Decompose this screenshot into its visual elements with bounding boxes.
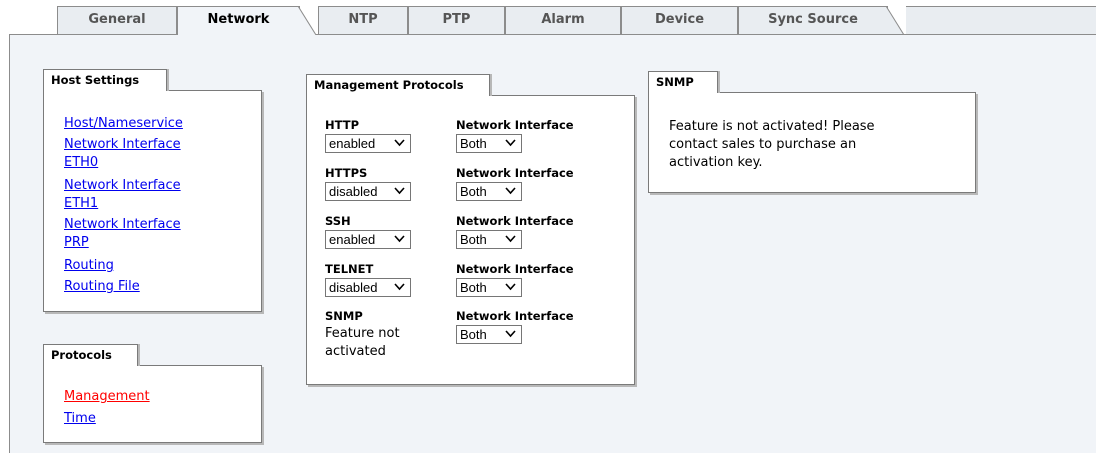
chevron-down-icon <box>394 187 405 195</box>
select-value: Both <box>460 184 487 199</box>
chevron-down-icon <box>505 330 516 338</box>
telnet-label: TELNET <box>325 262 374 276</box>
link-line-2: ETH0 <box>64 155 99 170</box>
link-line-1: Network Interface <box>64 137 181 152</box>
snmp-panel: Feature is not activated! Please contact… <box>648 92 976 193</box>
snmp-status-note-line2: activated <box>325 344 386 359</box>
tab-alarm[interactable]: Alarm <box>505 6 621 34</box>
group-title-text: Protocols <box>51 348 112 362</box>
tab-label: PTP <box>442 12 471 27</box>
host-settings-panel: Host/Nameservice Network Interface ETH0 … <box>43 90 262 312</box>
ssh-status-select[interactable]: enabled <box>325 230 411 249</box>
management-protocols-title: Management Protocols <box>306 74 490 96</box>
chevron-down-icon <box>505 283 516 291</box>
link-line-1: Network Interface <box>64 178 181 193</box>
select-value: disabled <box>329 184 378 199</box>
network-interface-label: Network Interface <box>456 262 574 276</box>
telnet-network-interface-select[interactable]: Both <box>456 278 522 297</box>
tab-general[interactable]: General <box>57 6 177 34</box>
tab-label: Device <box>654 12 705 27</box>
link-line-1: Network Interface <box>64 217 181 232</box>
select-value: Both <box>460 327 487 342</box>
chevron-down-icon <box>505 187 516 195</box>
link-network-interface-eth1[interactable]: Network Interface ETH1 <box>64 177 181 213</box>
snmp-message-line1: Feature is not activated! Please <box>669 119 875 134</box>
tab-device[interactable]: Device <box>621 6 738 34</box>
link-network-interface-eth0[interactable]: Network Interface ETH0 <box>64 136 181 172</box>
http-label: HTTP <box>325 118 360 132</box>
link-network-interface-prp[interactable]: Network Interface PRP <box>64 216 181 252</box>
select-value: enabled <box>329 136 376 151</box>
https-network-interface-select[interactable]: Both <box>456 182 522 201</box>
snmp-label: SNMP <box>325 309 363 323</box>
chevron-down-icon <box>394 139 405 147</box>
link-routing[interactable]: Routing <box>64 257 114 275</box>
chevron-down-icon <box>505 235 516 243</box>
group-title-text: Host Settings <box>51 73 140 87</box>
management-protocols-panel: HTTP enabled Network Interface Both HTTP… <box>306 95 635 385</box>
link-line-2: PRP <box>64 235 89 250</box>
ssh-label: SSH <box>325 214 351 228</box>
tab-sync-source[interactable]: Sync Source <box>738 6 904 35</box>
protocols-title: Protocols <box>43 344 138 366</box>
page: General Network NTP PTP Alarm Device Syn… <box>0 0 1096 453</box>
http-status-select[interactable]: enabled <box>325 134 411 153</box>
network-interface-label: Network Interface <box>456 309 574 323</box>
select-value: Both <box>460 232 487 247</box>
chevron-down-icon <box>505 139 516 147</box>
http-network-interface-select[interactable]: Both <box>456 134 522 153</box>
chevron-down-icon <box>394 235 405 243</box>
select-value: Both <box>460 136 487 151</box>
https-status-select[interactable]: disabled <box>325 182 411 201</box>
tab-slant <box>886 6 904 35</box>
telnet-status-select[interactable]: disabled <box>325 278 411 297</box>
https-label: HTTPS <box>325 166 368 180</box>
tab-ptp[interactable]: PTP <box>408 6 505 34</box>
group-title-text: Management Protocols <box>314 78 464 92</box>
snmp-network-interface-select[interactable]: Both <box>456 325 522 344</box>
link-time[interactable]: Time <box>64 410 96 428</box>
group-title-text: SNMP <box>656 75 694 89</box>
ssh-network-interface-select[interactable]: Both <box>456 230 522 249</box>
chevron-down-icon <box>394 283 405 291</box>
host-settings-title: Host Settings <box>43 69 167 91</box>
select-value: disabled <box>329 280 378 295</box>
tab-label: NTP <box>348 12 378 27</box>
snmp-message-line2: contact sales to purchase an <box>669 137 857 152</box>
tab-slant <box>298 6 316 35</box>
tab-strip-filler <box>906 6 1096 34</box>
network-interface-label: Network Interface <box>456 166 574 180</box>
tab-label: Network <box>207 12 270 27</box>
link-management[interactable]: Management <box>64 388 150 406</box>
tab-label: Sync Source <box>768 12 858 27</box>
tab-ntp[interactable]: NTP <box>318 6 408 34</box>
link-routing-file[interactable]: Routing File <box>64 278 140 296</box>
link-line-2: ETH1 <box>64 196 99 211</box>
network-page-content: Host Settings Host/Nameservice Network I… <box>9 34 1096 453</box>
tab-label: General <box>88 12 146 27</box>
snmp-message-line3: activation key. <box>669 155 763 170</box>
protocols-panel: Management Time <box>43 365 262 443</box>
network-interface-label: Network Interface <box>456 214 574 228</box>
snmp-status-note-line1: Feature not <box>325 326 400 341</box>
tab-label: Alarm <box>541 12 585 27</box>
select-value: Both <box>460 280 487 295</box>
snmp-title: SNMP <box>648 71 718 93</box>
network-interface-label: Network Interface <box>456 118 574 132</box>
select-value: enabled <box>329 232 376 247</box>
link-host-nameservice[interactable]: Host/Nameservice <box>64 115 183 133</box>
tab-network[interactable]: Network <box>177 6 316 35</box>
